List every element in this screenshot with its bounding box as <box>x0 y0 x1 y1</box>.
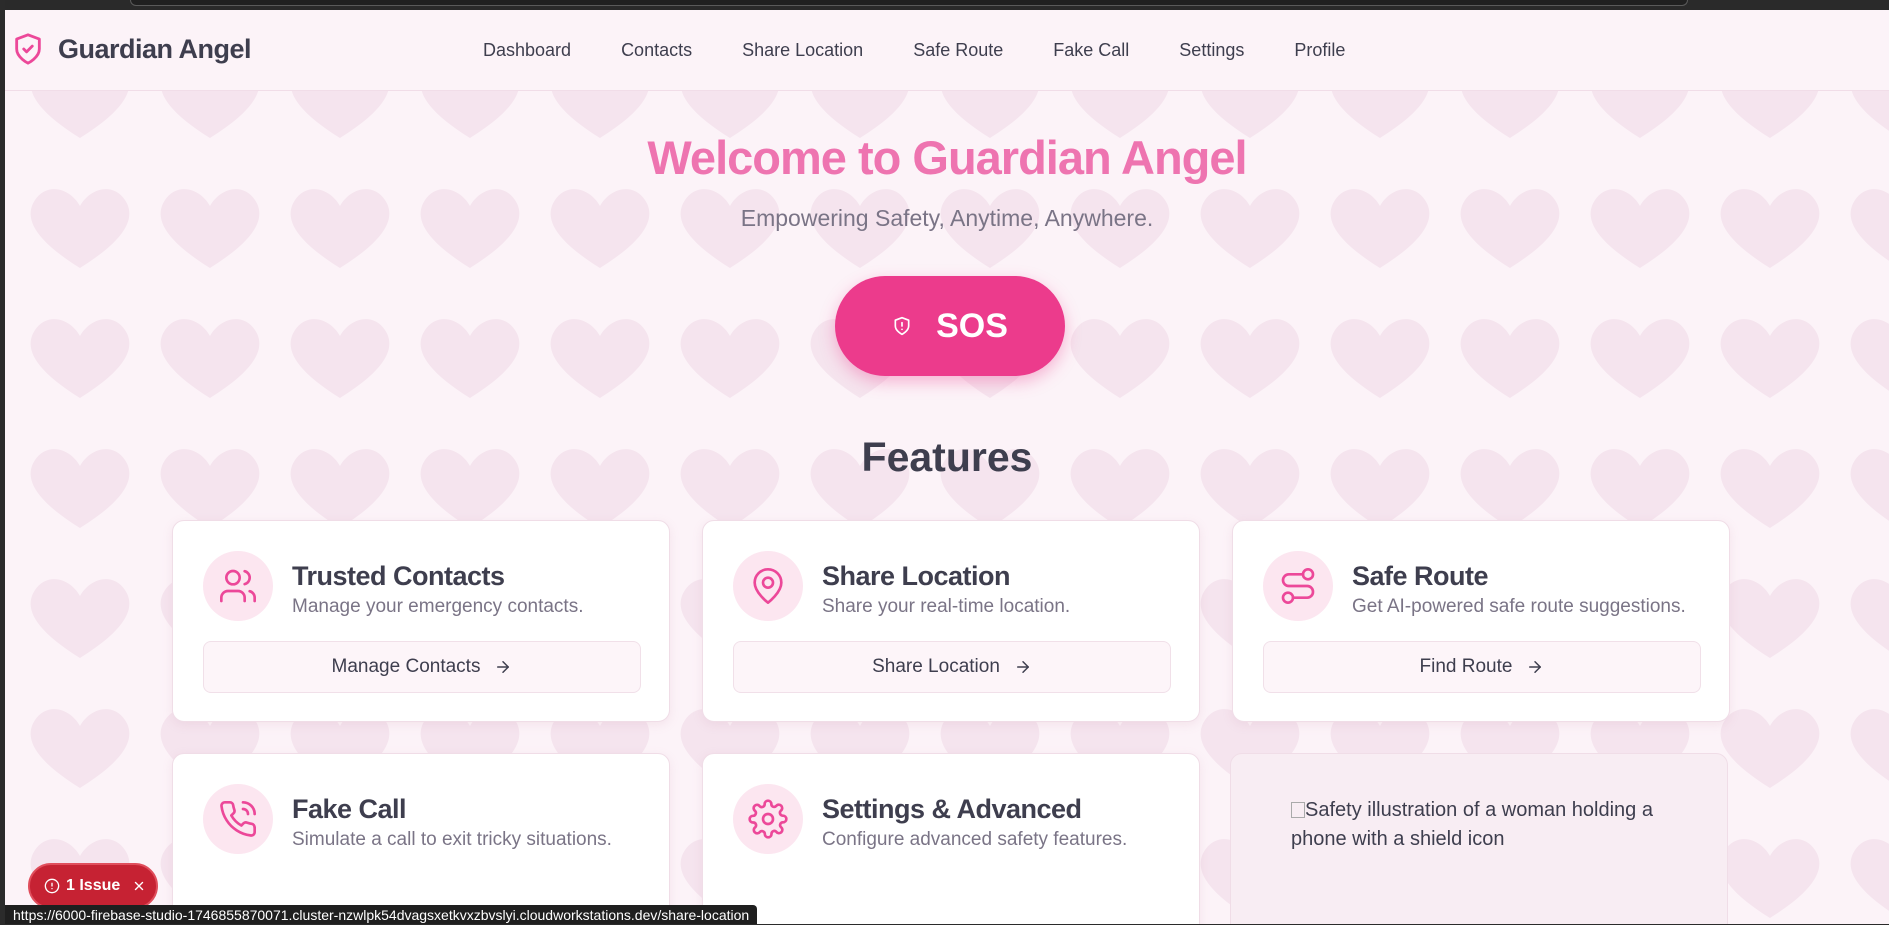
feature-description: Configure advanced safety features. <box>822 829 1128 850</box>
feature-title: Fake Call <box>292 794 407 824</box>
feature-title: Settings & Advanced <box>822 794 1082 824</box>
phone-call-icon <box>220 800 257 837</box>
feature-card-settings-advanced: Settings & Advanced Configure advanced s… <box>702 753 1200 924</box>
hero-subtitle: Empowering Safety, Anytime, Anywhere. <box>740 205 1154 231</box>
issues-badge[interactable]: 1 Issue <box>28 863 158 909</box>
feature-icon-wrap <box>203 784 273 854</box>
main-nav: Dashboard Contacts Share Location Safe R… <box>483 40 1395 61</box>
issues-count: 1 Issue <box>66 877 121 894</box>
nav-settings[interactable]: Settings <box>1179 40 1244 61</box>
sos-label: SOS <box>936 306 1008 345</box>
feature-card-fake-call: Fake Call Simulate a call to exit tricky… <box>172 753 670 924</box>
sos-button[interactable]: SOS <box>835 276 1065 376</box>
features-heading: Features <box>861 434 1033 480</box>
feature-description: Share your real-time location. <box>822 596 1071 617</box>
route-icon <box>1281 568 1315 604</box>
safety-illustration-alt: Safety illustration of a woman holding a… <box>1291 796 1681 854</box>
feature-description: Simulate a call to exit tricky situation… <box>292 829 612 850</box>
browser-top-strip <box>0 0 1889 10</box>
arrow-right-icon <box>1016 661 1029 673</box>
button-label: Find Route <box>1419 656 1513 677</box>
image-alt-text: Safety illustration of a woman holding a… <box>1291 799 1653 850</box>
feature-icon-wrap <box>733 551 803 621</box>
feature-icon-wrap <box>733 784 803 854</box>
status-bar-url: https://6000-firebase-studio-17468558700… <box>5 905 758 924</box>
arrow-right-icon <box>497 661 510 673</box>
close-icon[interactable] <box>132 879 146 893</box>
feature-card-trusted-contacts: Trusted Contacts Manage your emergency c… <box>172 520 670 722</box>
brand-logo[interactable]: Guardian Angel <box>11 30 252 68</box>
address-bar-edge <box>130 0 1688 6</box>
feature-icon-wrap <box>203 551 273 621</box>
feature-card-safe-route: Safe Route Get AI-powered safe route sug… <box>1232 520 1730 722</box>
nav-safe-route[interactable]: Safe Route <box>913 40 1003 61</box>
feature-icon-wrap <box>1263 551 1333 621</box>
broken-image-icon <box>1291 802 1305 818</box>
hero-title: Welcome to Guardian Angel <box>647 131 1247 184</box>
feature-description: Manage your emergency contacts. <box>292 596 584 617</box>
feature-description: Get AI-powered safe route suggestions. <box>1352 596 1686 617</box>
safety-illustration-card: Safety illustration of a woman holding a… <box>1230 753 1728 924</box>
feature-title: Trusted Contacts <box>292 561 505 591</box>
find-route-button[interactable]: Find Route <box>1263 641 1701 693</box>
shield-check-icon <box>15 33 41 65</box>
app-header: Guardian Angel Dashboard Contacts Share … <box>5 10 1889 91</box>
nav-dashboard[interactable]: Dashboard <box>483 40 571 61</box>
nav-contacts[interactable]: Contacts <box>621 40 692 61</box>
feature-title: Safe Route <box>1352 561 1489 591</box>
share-location-button[interactable]: Share Location <box>733 641 1171 693</box>
alert-circle-icon <box>44 878 60 894</box>
page-viewport: Guardian Angel Dashboard Contacts Share … <box>5 10 1889 924</box>
nav-share-location[interactable]: Share Location <box>742 40 863 61</box>
button-label: Manage Contacts <box>331 656 481 677</box>
users-icon <box>220 569 256 603</box>
feature-title: Share Location <box>822 561 1011 591</box>
arrow-right-icon <box>1529 661 1542 673</box>
nav-profile[interactable]: Profile <box>1294 40 1345 61</box>
feature-card-share-location: Share Location Share your real-time loca… <box>702 520 1200 722</box>
brand-name: Guardian Angel <box>58 33 252 64</box>
nav-fake-call[interactable]: Fake Call <box>1053 40 1129 61</box>
gear-icon <box>748 799 788 839</box>
shield-alert-icon <box>894 316 910 336</box>
manage-contacts-button[interactable]: Manage Contacts <box>203 641 641 693</box>
map-pin-icon <box>753 568 783 604</box>
button-label: Share Location <box>872 656 1000 677</box>
